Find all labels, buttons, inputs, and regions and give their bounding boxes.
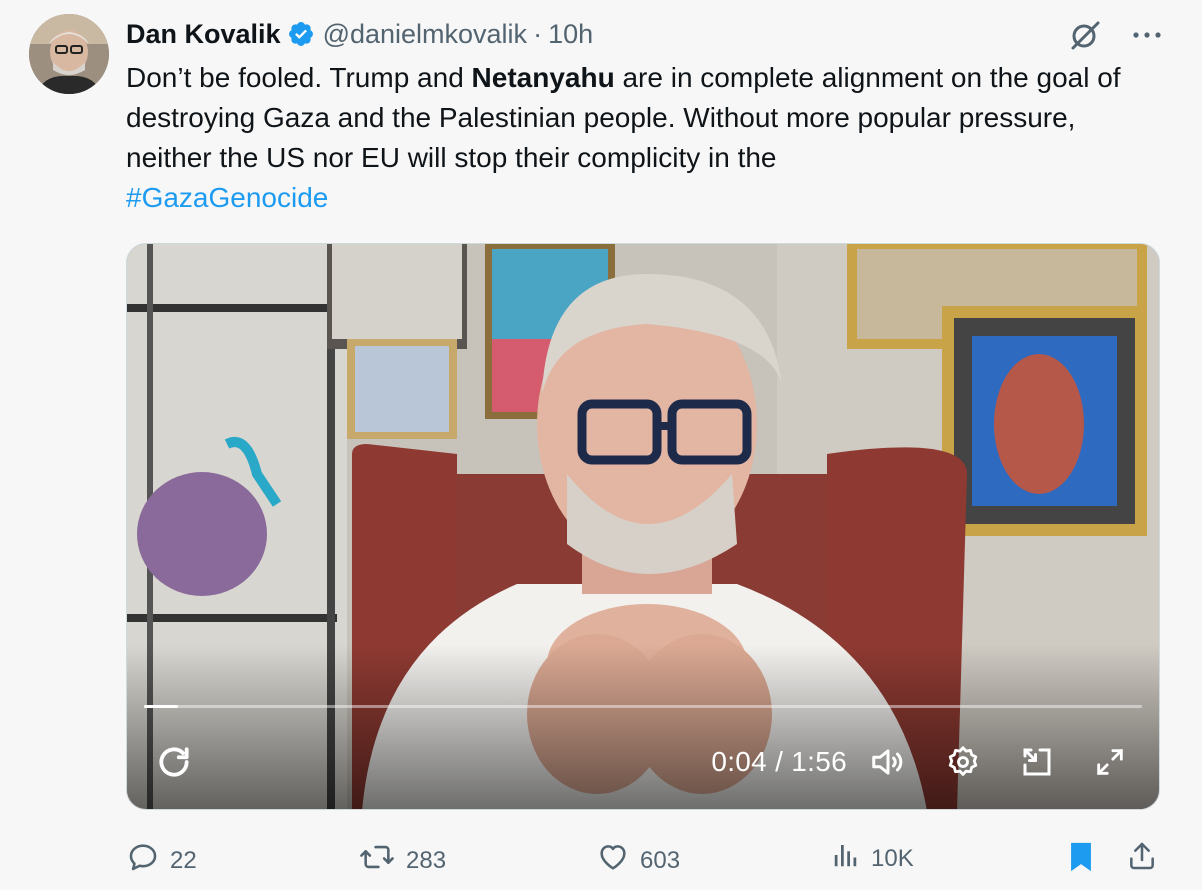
top-actions [1068, 18, 1162, 52]
avatar[interactable] [29, 14, 109, 94]
reply-button[interactable]: 22 [126, 840, 197, 881]
hashtag-link[interactable]: #GazaGenocide [126, 182, 328, 213]
video-player[interactable]: 0:04 / 1:56 [126, 243, 1160, 810]
views-icon [831, 840, 861, 877]
more-icon[interactable] [1132, 30, 1162, 40]
author-handle[interactable]: @danielmkovalik [323, 19, 528, 50]
separator: · [533, 18, 543, 49]
replay-icon[interactable] [155, 743, 193, 781]
grok-icon[interactable] [1068, 18, 1102, 52]
pip-icon[interactable] [1019, 744, 1055, 780]
video-progress-bar[interactable] [144, 705, 1142, 708]
video-controls: 0:04 / 1:56 [127, 714, 1159, 809]
timestamp[interactable]: 10h [548, 19, 593, 50]
repost-button[interactable]: 283 [358, 840, 446, 881]
tweet-text-bold: Netanyahu [471, 62, 615, 93]
volume-icon[interactable] [869, 743, 907, 781]
tweet-text: Don’t be fooled. Trump and Netanyahu are… [126, 58, 1166, 218]
reply-icon [126, 840, 160, 881]
repost-count: 283 [406, 846, 447, 874]
tweet-actions: 22 283 603 10K [126, 840, 1166, 876]
settings-icon[interactable] [945, 744, 981, 780]
like-button[interactable]: 603 [596, 840, 680, 881]
like-icon [596, 840, 630, 881]
video-progress-fill [144, 705, 178, 708]
share-button[interactable] [1126, 840, 1158, 879]
bookmark-button[interactable] [1066, 840, 1096, 881]
verified-badge-icon [287, 20, 315, 48]
repost-icon [358, 840, 396, 881]
tweet-header: Dan Kovalik @danielmkovalik · 10h [126, 16, 593, 52]
bookmark-icon [1066, 840, 1096, 881]
views-button[interactable]: 10K [831, 840, 914, 877]
reply-count: 22 [170, 846, 197, 874]
tweet-text-part-1: Don’t be fooled. Trump and [126, 62, 472, 93]
video-time: 0:04 / 1:56 [711, 745, 847, 777]
author-name[interactable]: Dan Kovalik [126, 19, 281, 50]
views-count: 10K [871, 844, 914, 872]
like-count: 603 [640, 846, 681, 874]
share-icon [1126, 840, 1158, 879]
fullscreen-icon[interactable] [1093, 745, 1127, 779]
